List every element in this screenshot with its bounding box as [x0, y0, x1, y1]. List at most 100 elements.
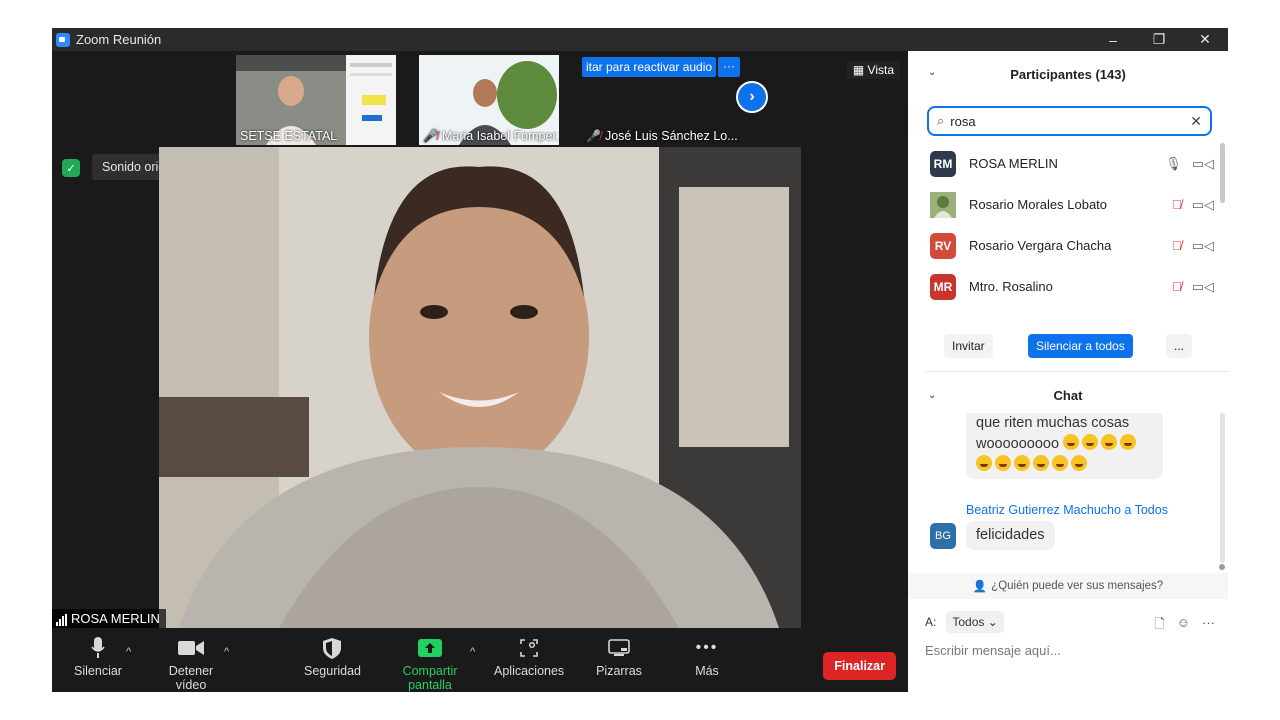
thumbnail-name-text: Maria Isabel Fomper...: [441, 129, 559, 143]
chat-tools: 🗋 ☺ ···: [1154, 615, 1215, 637]
chat-message-input[interactable]: Escribir mensaje aquí...: [925, 643, 1061, 658]
speaker-video-image: [159, 147, 801, 628]
apps-icon: [494, 636, 564, 660]
recipient-value: Todos: [952, 615, 985, 629]
panel-divider: [926, 371, 1228, 372]
stop-video-label: Detener vídeo: [168, 664, 214, 692]
active-speaker-label: ROSA MERLIN: [52, 609, 166, 628]
participant-name: ROSA MERLIN: [969, 156, 1058, 171]
participant-list-scrollbar[interactable]: [1220, 143, 1225, 203]
thumbnail-strip: SETSE ESTATAL 🎤̸ Maria Isabel Fomper... i…: [236, 55, 764, 145]
recipient-label: A:: [925, 615, 937, 629]
emoji-line: [976, 455, 1153, 476]
audio-options-caret-icon[interactable]: ^: [126, 646, 131, 658]
unmute-prompt-banner[interactable]: itar para reactivar audio: [582, 57, 717, 77]
share-screen-icon: [380, 636, 480, 660]
mic-off-icon: 🎤̸: [423, 129, 438, 143]
chat-visibility-info[interactable]: 👤 ¿Quién puede ver sus mensajes?: [908, 573, 1228, 599]
participants-more-button[interactable]: ...: [1166, 334, 1193, 358]
clear-search-icon[interactable]: ✕: [1190, 113, 1202, 130]
minimize-button[interactable]: –: [1090, 28, 1136, 51]
microphone-icon: 🎙: [1165, 155, 1182, 171]
encryption-shield-icon[interactable]: ✓: [62, 159, 80, 177]
participant-row[interactable]: MR Mtro. Rosalino 🎙̸ ▭◁: [908, 266, 1218, 307]
chat-scroll-thumb[interactable]: [1219, 564, 1225, 570]
laughing-emoji-icon: [1063, 434, 1080, 450]
laughing-emoji-icon: [1014, 455, 1030, 471]
security-shield-icon: [304, 636, 360, 660]
video-off-icon: ▭◁: [1191, 155, 1214, 171]
participant-name: Mtro. Rosalino: [969, 279, 1053, 294]
message-text-line: wooooooooo: [976, 434, 1153, 455]
avatar: RV: [930, 232, 956, 259]
mic-muted-icon: 🎙̸: [1171, 196, 1182, 212]
participant-status-icons: 🎙̸ ▭◁: [1172, 238, 1214, 254]
restore-button[interactable]: ❐: [1136, 28, 1182, 51]
apps-button[interactable]: Aplicaciones: [494, 636, 564, 678]
thumbnail-video[interactable]: SETSE ESTATAL: [236, 55, 396, 145]
search-value[interactable]: rosa: [950, 114, 1190, 129]
collapse-chevron-icon[interactable]: ⌄: [928, 67, 936, 78]
laughing-emoji-icon: [1052, 455, 1068, 471]
thumbnail-name-text: José Luis Sánchez Lo...: [604, 129, 738, 143]
more-button[interactable]: ••• Más: [692, 636, 722, 678]
chat-scrollbar[interactable]: [1220, 413, 1225, 563]
chat-sender[interactable]: Beatriz Gutierrez Machucho a Todos: [966, 503, 1168, 517]
laughing-emoji-icon: [995, 455, 1011, 471]
laughing-emoji-icon: [976, 455, 992, 471]
whiteboards-label: Pizarras: [596, 664, 642, 678]
recipient-dropdown[interactable]: Todos ⌄: [946, 611, 1004, 633]
active-speaker-name: ROSA MERLIN: [71, 611, 160, 626]
participant-search-input[interactable]: ⌕ rosa ✕: [927, 106, 1212, 136]
share-screen-button[interactable]: Compartir pantalla: [380, 636, 480, 692]
title-bar: Zoom Reunión – ❐ ✕: [52, 28, 1228, 51]
more-options-button[interactable]: ···: [718, 57, 740, 77]
invite-button[interactable]: Invitar: [944, 334, 993, 358]
view-button[interactable]: ▦ Vista: [846, 61, 900, 79]
avatar: MR: [930, 273, 956, 300]
message-text: wooooooooo: [976, 436, 1060, 452]
next-page-arrow-icon[interactable]: ›: [736, 81, 768, 113]
participant-name: Rosario Morales Lobato: [969, 197, 1108, 212]
end-meeting-button[interactable]: Finalizar: [823, 652, 896, 680]
more-dots-icon[interactable]: ···: [1202, 615, 1215, 637]
chat-messages: que riten muchas cosas wooooooooo Beatri…: [908, 413, 1218, 573]
participant-status-icons: 🎙 ▭◁: [1165, 156, 1214, 172]
participant-name: Rosario Vergara Chacha: [969, 238, 1112, 253]
video-off-icon: ▭◁: [1191, 237, 1214, 253]
laughing-emoji-icon: [1071, 455, 1087, 471]
mute-button[interactable]: Silenciar: [74, 636, 122, 678]
participants-header: ⌄ Participantes (143): [908, 51, 1228, 97]
participant-row[interactable]: Rosario Morales Lobato 🎙̸ ▭◁: [908, 184, 1218, 225]
share-options-caret-icon[interactable]: ^: [470, 646, 475, 658]
video-area: SETSE ESTATAL 🎤̸ Maria Isabel Fomper... i…: [52, 51, 908, 628]
stop-video-button[interactable]: Detener vídeo: [152, 636, 230, 692]
thumbnail-video[interactable]: 🎤̸ Maria Isabel Fomper...: [419, 55, 559, 145]
security-button[interactable]: Seguridad: [304, 636, 361, 678]
thumbnail-name: 🎤̸ José Luis Sánchez Lo...: [586, 129, 738, 143]
chat-message-bubble: que riten muchas cosas wooooooooo: [966, 413, 1163, 479]
chat-message-bubble: felicidades: [966, 521, 1055, 550]
avatar-photo: [930, 191, 956, 218]
participant-row[interactable]: RM ROSA MERLIN 🎙 ▭◁: [908, 143, 1218, 184]
participant-row[interactable]: RV Rosario Vergara Chacha 🎙̸ ▭◁: [908, 225, 1218, 266]
mic-off-icon: 🎤̸: [586, 129, 601, 143]
video-options-caret-icon[interactable]: ^: [224, 646, 229, 658]
active-speaker-video[interactable]: [159, 147, 801, 628]
zoom-logo-icon: [56, 32, 70, 47]
chat-recipient-row: A: Todos ⌄ 🗋 ☺ ···: [925, 609, 1215, 635]
window-controls: – ❐ ✕: [1090, 28, 1228, 51]
chat-header: ⌄ Chat: [908, 373, 1228, 417]
meeting-toolbar: Silenciar ^ Detener vídeo ^ Seguridad Co…: [52, 628, 908, 692]
more-dots-icon: •••: [695, 639, 719, 656]
emoji-icon[interactable]: ☺: [1177, 615, 1190, 637]
thumbnail-video[interactable]: itar para reactivar audio ··· 🎤̸ José Lui…: [582, 55, 744, 145]
share-screen-label: Compartir pantalla: [402, 664, 458, 692]
collapse-chevron-icon[interactable]: ⌄: [928, 390, 936, 401]
participant-status-icons: 🎙̸ ▭◁: [1172, 279, 1214, 295]
laughing-emoji-icon: [1082, 434, 1099, 450]
mute-all-button[interactable]: Silenciar a todos: [1028, 334, 1133, 358]
close-button[interactable]: ✕: [1182, 28, 1228, 51]
whiteboards-button[interactable]: Pizarras: [594, 636, 644, 678]
file-icon[interactable]: 🗋: [1154, 615, 1164, 637]
